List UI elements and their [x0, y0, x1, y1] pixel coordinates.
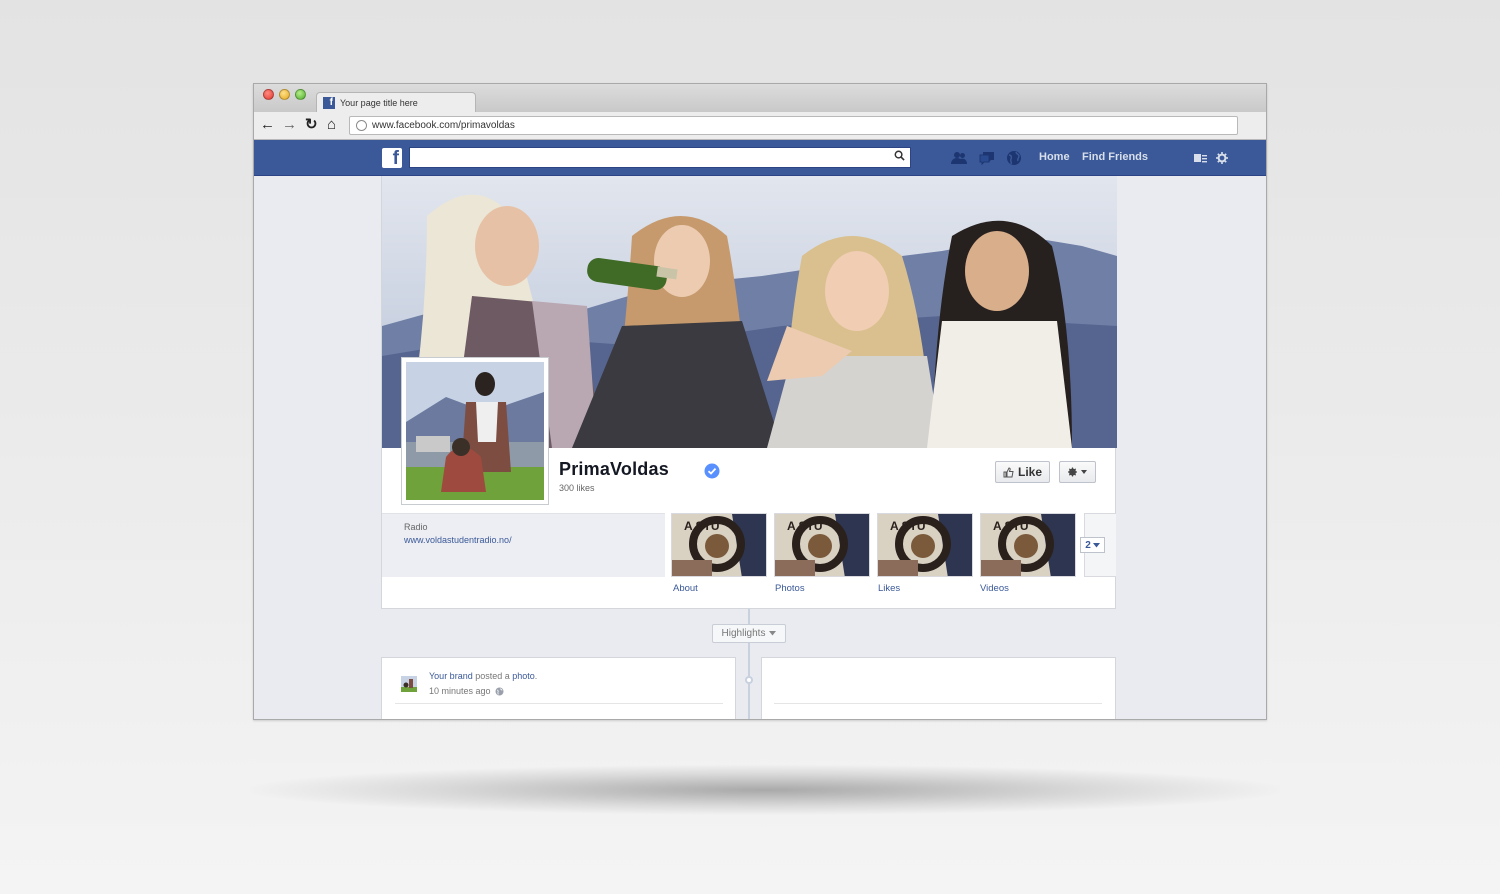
svg-text:A STU: A STU	[684, 519, 720, 533]
back-arrow-icon[interactable]: ←	[260, 117, 275, 133]
home-icon[interactable]: ⌂	[327, 117, 336, 133]
window-shadow	[250, 765, 1280, 815]
post-timestamp: 10 minutes ago	[429, 686, 504, 696]
post-time-text[interactable]: 10 minutes ago	[429, 686, 491, 696]
likes-count: 300 likes	[559, 483, 595, 493]
public-globe-icon[interactable]	[495, 687, 504, 696]
friend-requests-icon[interactable]	[950, 149, 968, 167]
app-thumb-about[interactable]: A STU	[671, 513, 767, 577]
highlights-dropdown[interactable]: Highlights	[712, 624, 786, 643]
gear-dropdown-icon	[1067, 467, 1087, 477]
verified-badge-icon	[704, 463, 720, 479]
svg-text:A STU: A STU	[890, 519, 926, 533]
svg-text:A STU: A STU	[787, 519, 823, 533]
about-summary: Radio www.voldastudentradio.no/	[382, 513, 665, 577]
facebook-logo-icon[interactable]: f	[382, 148, 402, 169]
timeline-post-empty	[761, 657, 1116, 719]
globe-icon	[356, 120, 367, 131]
browser-window: f Your page title here ← → ↻ ⌂ www.faceb…	[253, 83, 1267, 720]
post-headline: Your brand posted a photo.	[429, 671, 537, 681]
post-divider	[395, 703, 723, 704]
timeline-dot	[745, 676, 753, 684]
notifications-globe-icon[interactable]	[1005, 149, 1023, 167]
nav-home-link[interactable]: Home	[1039, 151, 1070, 163]
post-object-link[interactable]: photo	[512, 671, 535, 681]
app-label-videos[interactable]: Videos	[980, 583, 1009, 594]
settings-gear-icon[interactable]	[1216, 152, 1228, 164]
search-icon[interactable]	[894, 150, 905, 161]
post-tail: .	[534, 671, 538, 681]
page-name[interactable]: PrimaVoldas	[559, 459, 669, 480]
more-apps-button[interactable]: 2	[1080, 537, 1105, 553]
app-thumb-likes[interactable]: A STU	[877, 513, 973, 577]
website-link[interactable]: www.voldastudentradio.no/	[404, 535, 512, 545]
zoom-window-button[interactable]	[295, 89, 306, 100]
browser-toolbar: ← → ↻ ⌂ www.facebook.com/primavoldas	[254, 112, 1266, 140]
post-action: posted a	[472, 671, 513, 681]
page-header-card: PrimaVoldas 300 likes Like Radio www.vol…	[381, 176, 1117, 609]
page-settings-button[interactable]	[1059, 461, 1096, 483]
address-url: www.facebook.com/primavoldas	[372, 120, 515, 131]
app-thumbnail-image: A STU	[981, 514, 1075, 576]
like-button-label: Like	[1017, 465, 1042, 479]
privacy-shortcuts-icon[interactable]	[1194, 152, 1207, 163]
page-category: Radio	[404, 522, 428, 532]
app-thumbnail-image: A STU	[775, 514, 869, 576]
close-window-button[interactable]	[263, 89, 274, 100]
highlights-label: Highlights	[721, 628, 766, 639]
post-divider	[774, 703, 1102, 704]
nav-find-friends-link[interactable]: Find Friends	[1082, 151, 1148, 163]
app-thumb-photos[interactable]: A STU	[774, 513, 870, 577]
thumbs-up-icon	[1003, 466, 1014, 477]
app-thumb-videos[interactable]: A STU	[980, 513, 1076, 577]
like-button[interactable]: Like	[995, 461, 1050, 483]
reload-icon[interactable]: ↻	[305, 117, 318, 133]
chevron-down-icon	[1092, 542, 1100, 547]
browser-tab[interactable]: f Your page title here	[316, 92, 476, 113]
messages-icon[interactable]	[978, 149, 996, 167]
minimize-window-button[interactable]	[279, 89, 290, 100]
app-label-likes[interactable]: Likes	[878, 583, 900, 594]
avatar-image	[401, 676, 417, 692]
more-apps-count: 2	[1085, 539, 1091, 551]
title-bar: f Your page title here	[254, 84, 1266, 113]
address-bar[interactable]: www.facebook.com/primavoldas	[349, 116, 1238, 135]
facebook-header: f Home Find Friends	[254, 140, 1266, 176]
app-label-photos[interactable]: Photos	[775, 583, 805, 594]
app-thumbnail-image: A STU	[878, 514, 972, 576]
post-author-link[interactable]: Your brand	[429, 671, 473, 681]
search-input[interactable]	[409, 147, 911, 168]
chevron-down-icon	[769, 631, 777, 636]
profile-photo-image	[406, 362, 544, 500]
facebook-favicon-icon: f	[323, 97, 335, 109]
post-author-avatar[interactable]	[401, 676, 417, 692]
forward-arrow-icon[interactable]: →	[282, 117, 297, 133]
app-thumbnail-image: A STU	[672, 514, 766, 576]
tab-title: Your page title here	[340, 98, 418, 108]
timeline-post: Your brand posted a photo. 10 minutes ag…	[381, 657, 736, 719]
app-label-about[interactable]: About	[673, 583, 698, 594]
profile-picture[interactable]	[401, 357, 549, 505]
svg-text:A STU: A STU	[993, 519, 1029, 533]
